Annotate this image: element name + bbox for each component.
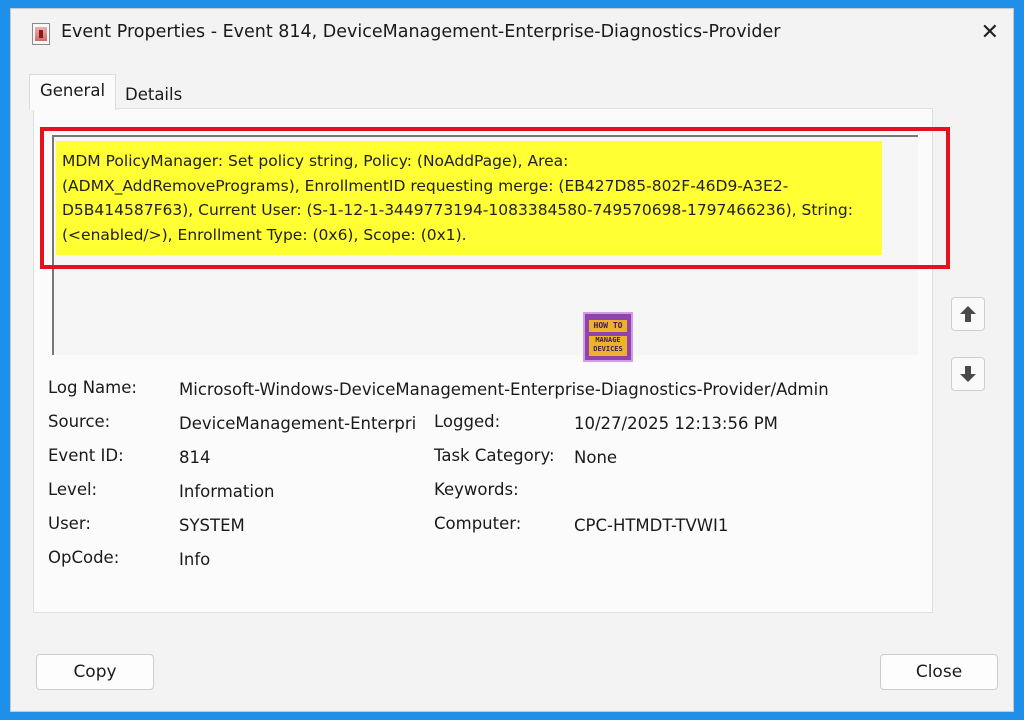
computer-value[interactable]: CPC-HTMDT-TVWI1 (574, 516, 728, 535)
opcode-label: OpCode: (48, 548, 120, 567)
close-button[interactable]: Close (880, 654, 998, 690)
next-event-button[interactable] (951, 357, 985, 391)
level-label: Level: (48, 480, 98, 499)
user-value[interactable]: SYSTEM (179, 516, 245, 535)
arrow-up-icon (960, 306, 976, 322)
event-properties-window: Event Properties - Event 814, DeviceMana… (10, 8, 1014, 712)
annotation-highlight-box (40, 127, 950, 269)
logo-line: MANAGE (595, 336, 621, 344)
log-name-label: Log Name: (48, 378, 137, 397)
previous-event-button[interactable] (951, 297, 985, 331)
event-id-value[interactable]: 814 (179, 448, 211, 467)
logged-value[interactable]: 10/27/2025 12:13:56 PM (574, 414, 778, 433)
window-title: Event Properties - Event 814, DeviceMana… (61, 22, 781, 42)
source-value[interactable]: DeviceManagement-Enterpri (179, 414, 416, 433)
tab-details[interactable]: Details (115, 79, 192, 110)
computer-label: Computer: (434, 514, 522, 533)
keywords-label: Keywords: (434, 480, 519, 499)
level-value[interactable]: Information (179, 482, 275, 501)
logo-top-text: HOW TO (589, 320, 627, 332)
user-label: User: (48, 514, 91, 533)
close-window-button[interactable]: ✕ (981, 21, 999, 45)
event-id-label: Event ID: (48, 446, 124, 465)
task-category-value[interactable]: None (574, 448, 617, 467)
logged-label: Logged: (434, 412, 501, 431)
logo-bottom-text: MANAGE DEVICES (589, 336, 627, 356)
logo-line: DEVICES (593, 345, 623, 353)
opcode-value[interactable]: Info (179, 550, 210, 569)
event-viewer-app-icon (32, 23, 50, 45)
copy-button[interactable]: Copy (36, 654, 154, 690)
title-bar: Event Properties - Event 814, DeviceMana… (11, 9, 1013, 59)
tab-general[interactable]: General (29, 74, 117, 110)
log-name-value[interactable]: Microsoft-Windows-DeviceManagement-Enter… (179, 380, 829, 399)
how-to-manage-devices-logo: HOW TO MANAGE DEVICES (583, 312, 633, 362)
task-category-label: Task Category: (434, 446, 555, 465)
arrow-down-icon (960, 366, 976, 382)
source-label: Source: (48, 412, 111, 431)
